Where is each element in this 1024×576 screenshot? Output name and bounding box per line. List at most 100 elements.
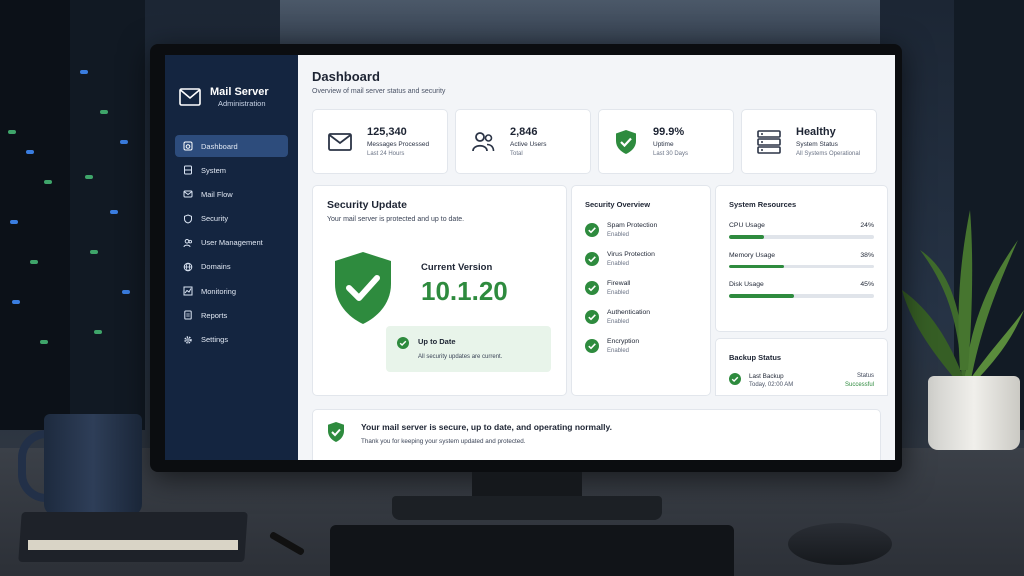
overview-item-status: Enabled <box>607 319 630 325</box>
mail-icon <box>183 190 193 198</box>
list-item: Virus Protection Enabled <box>585 251 697 267</box>
server-icon <box>184 165 192 175</box>
server-rack-left <box>0 0 70 430</box>
plant-icon <box>902 210 1024 385</box>
stat-sub: Last 24 Hours <box>367 151 405 157</box>
backup-label: Last Backup <box>749 373 784 380</box>
sidebar-item-monitoring[interactable]: Monitoring <box>175 280 288 302</box>
brand: Mail Server Administration <box>165 55 298 117</box>
sidebar-item-domains[interactable]: Domains <box>175 256 288 278</box>
stat-sub: All Systems Operational <box>796 151 861 157</box>
list-item: Encryption Enabled <box>585 338 697 354</box>
backup-status-title: Backup Status <box>729 353 782 362</box>
resource-item: CPU Usage 24% <box>729 222 874 239</box>
resource-value: 38% <box>860 251 874 259</box>
sidebar: Mail Server Administration Dashboard Sys… <box>165 55 298 460</box>
shield-check-icon <box>335 252 391 324</box>
stat-value: 2,846 <box>510 126 538 138</box>
dashboard-icon <box>183 141 193 151</box>
stat-card-users[interactable]: 2,846 Active Users Total <box>455 109 591 174</box>
check-circle-icon <box>585 339 599 353</box>
resource-bar-fill <box>729 264 785 268</box>
stat-value: Healthy <box>796 126 836 138</box>
banner-message: Thank you for keeping your system update… <box>361 438 526 445</box>
system-resources-title: System Resources <box>729 200 797 209</box>
check-circle-icon <box>585 252 599 266</box>
backup-status-card: Backup Status Last Backup Today, 02:00 A… <box>715 338 888 396</box>
app-subtitle: Administration <box>218 99 266 108</box>
stat-card-uptime[interactable]: 99.9% Uptime Last 30 Days <box>598 109 734 174</box>
gear-icon <box>184 335 192 344</box>
envelope-icon <box>328 132 352 151</box>
resource-value: 45% <box>860 281 874 288</box>
right-column: System Resources CPU Usage 24% Memory Usa… <box>715 185 888 396</box>
users-icon <box>472 131 495 151</box>
system-resources-card: System Resources CPU Usage 24% Memory Usa… <box>715 185 888 332</box>
overview-item-status: Enabled <box>607 232 630 238</box>
up-to-date-title: Up to Date <box>418 337 456 346</box>
security-update-card: Security Update Your mail server is prot… <box>312 185 567 396</box>
overview-item-status: Enabled <box>607 348 630 354</box>
page-title: Dashboard <box>312 69 380 84</box>
stat-sub: Last 30 Days <box>653 151 689 157</box>
users-icon <box>183 238 193 247</box>
overview-item-status: Enabled <box>607 261 630 267</box>
stat-card-messages[interactable]: 125,340 Messages Processed Last 24 Hours <box>312 109 448 174</box>
sidebar-item-settings[interactable]: Settings <box>175 329 288 351</box>
resource-bar <box>729 294 874 298</box>
sidebar-item-label: Mail Flow <box>201 189 233 199</box>
resource-bar-fill <box>729 235 764 239</box>
overview-item-name: Virus Protection <box>607 251 655 258</box>
sidebar-item-reports[interactable]: Reports <box>175 304 288 326</box>
report-icon <box>184 310 192 320</box>
check-circle-icon <box>729 373 741 385</box>
banner-title: Your mail server is secure, up to date, … <box>361 422 612 432</box>
sidebar-item-mail-flow[interactable]: Mail Flow <box>175 183 288 205</box>
check-circle-icon <box>585 310 599 324</box>
stat-label: System Status <box>796 141 838 148</box>
up-to-date-message: All security updates are current. <box>418 354 503 360</box>
list-item: Firewall Enabled <box>585 280 697 296</box>
sidebar-item-label: Settings <box>201 335 229 344</box>
sidebar-item-dashboard[interactable]: Dashboard <box>175 135 288 157</box>
stat-sub: Total <box>510 151 523 157</box>
resource-bar-fill <box>729 294 795 298</box>
app-title: Mail Server <box>210 86 269 98</box>
security-overview-card: Security Overview Spam Protection Enabled… <box>571 185 711 396</box>
sidebar-item-label: Domains <box>201 262 231 272</box>
resource-bar <box>729 264 874 268</box>
check-circle-icon <box>397 337 409 349</box>
stat-card-system-status[interactable]: Healthy System Status All Systems Operat… <box>741 109 877 174</box>
monitor-stand <box>392 496 662 520</box>
sidebar-item-label: Monitoring <box>201 286 237 296</box>
mail-logo-icon <box>179 88 201 106</box>
sidebar-item-user-management[interactable]: User Management <box>175 232 288 254</box>
security-update-title: Security Update <box>327 199 407 211</box>
sidebar-item-label: Reports <box>201 310 228 320</box>
sidebar-item-security[interactable]: Security <box>175 208 288 230</box>
server-icon <box>757 129 781 154</box>
list-item: Spam Protection Enabled <box>585 222 697 238</box>
globe-icon <box>183 262 193 272</box>
stat-value: 99.9% <box>653 126 685 138</box>
resource-value: 24% <box>860 222 874 229</box>
up-to-date-status: Up to Date All security updates are curr… <box>386 326 551 372</box>
server-rack-left-inner <box>70 0 145 430</box>
coffee-mug <box>44 414 142 516</box>
backup-time: Today, 02:00 AM <box>749 382 794 388</box>
stat-label: Active Users <box>510 141 547 148</box>
keyboard <box>330 525 734 576</box>
sidebar-item-label: User Management <box>201 238 263 248</box>
notebook <box>18 512 248 562</box>
stat-value: 125,340 <box>367 126 407 138</box>
mouse <box>788 523 892 565</box>
sidebar-item-system[interactable]: System <box>175 159 288 181</box>
status-banner: Your mail server is secure, up to date, … <box>312 409 881 460</box>
list-item: Authentication Enabled <box>585 309 697 325</box>
current-version-value: 10.1.20 <box>421 276 508 306</box>
resource-name: Disk Usage <box>729 281 764 288</box>
stats-row: 125,340 Messages Processed Last 24 Hours… <box>312 109 888 174</box>
overview-item-name: Encryption <box>607 338 640 345</box>
security-update-message: Your mail server is protected and up to … <box>327 216 465 223</box>
screen: Mail Server Administration Dashboard Sys… <box>165 55 895 460</box>
